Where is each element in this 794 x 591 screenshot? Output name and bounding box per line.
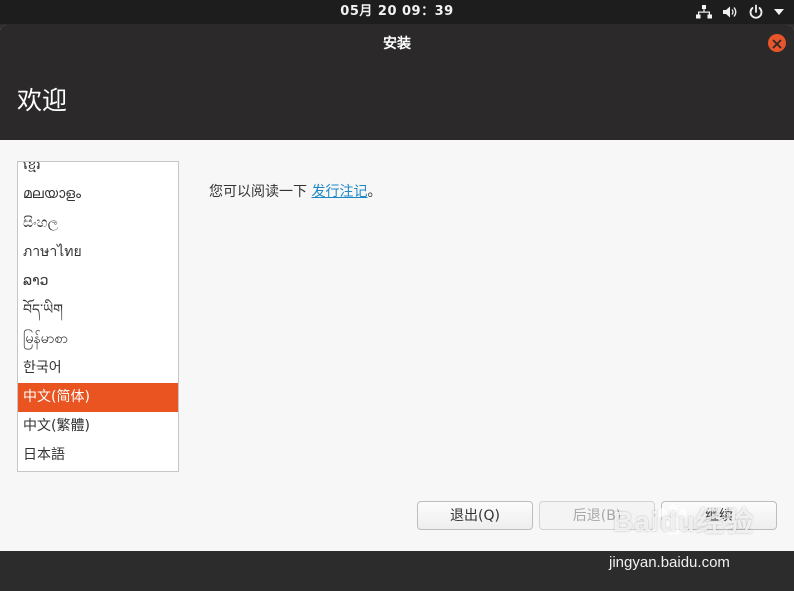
release-notes-link[interactable]: 发行注记 bbox=[311, 184, 367, 200]
language-item[interactable]: ภาษาไทย bbox=[18, 238, 178, 267]
continue-button[interactable]: 继续 bbox=[661, 501, 777, 530]
language-item[interactable]: മലയാളം bbox=[18, 180, 178, 209]
language-item[interactable]: 한국어 bbox=[18, 354, 178, 383]
clock[interactable]: 05月 20 09：39 bbox=[0, 0, 794, 24]
release-notes-text: 您可以阅读一下 bbox=[209, 184, 312, 200]
language-item[interactable]: සිංහල bbox=[18, 209, 178, 238]
language-item[interactable]: 日本語 bbox=[18, 441, 178, 470]
release-notes-suffix: 。 bbox=[367, 184, 382, 200]
language-item[interactable]: བོད་ཡིག bbox=[18, 296, 178, 325]
volume-icon[interactable] bbox=[722, 5, 738, 19]
language-list[interactable]: ខ្មែរ മലയാളം සිංහල ภาษาไทย ລາວ བོད་ཡིག မ… bbox=[17, 161, 179, 472]
installer-window: 安装 欢迎 ខ្មែរ മലയാളം සිංහල ภาษาไทย ລາວ བོད… bbox=[0, 25, 794, 551]
system-tray[interactable] bbox=[696, 0, 784, 24]
back-button[interactable]: 后退(B) bbox=[539, 501, 655, 530]
network-icon[interactable] bbox=[696, 5, 712, 19]
watermark-url: jingyan.baidu.com bbox=[609, 554, 730, 571]
language-item[interactable]: ខ្មែរ bbox=[18, 162, 178, 180]
close-button[interactable] bbox=[768, 34, 786, 52]
language-item[interactable]: ລາວ bbox=[18, 267, 178, 296]
power-icon[interactable] bbox=[748, 4, 764, 20]
release-notes-line: 您可以阅读一下 发行注记。 bbox=[209, 182, 381, 202]
quit-button[interactable]: 退出(Q) bbox=[417, 501, 533, 530]
system-top-bar: 05月 20 09：39 bbox=[0, 0, 794, 24]
window-title: 安装 bbox=[383, 36, 411, 52]
window-header: 安装 欢迎 bbox=[0, 25, 794, 140]
language-item[interactable]: 中文(繁體) bbox=[18, 412, 178, 441]
language-item[interactable]: မြန်မာစာ bbox=[18, 325, 178, 354]
language-item-selected[interactable]: 中文(简体) bbox=[18, 383, 178, 412]
page-title: 欢迎 bbox=[17, 86, 68, 115]
close-icon bbox=[772, 34, 782, 53]
chevron-down-icon[interactable] bbox=[774, 9, 784, 15]
language-list-items: ខ្មែរ മലയാളം සිංහල ภาษาไทย ລາວ བོད་ཡིག မ… bbox=[18, 162, 178, 470]
